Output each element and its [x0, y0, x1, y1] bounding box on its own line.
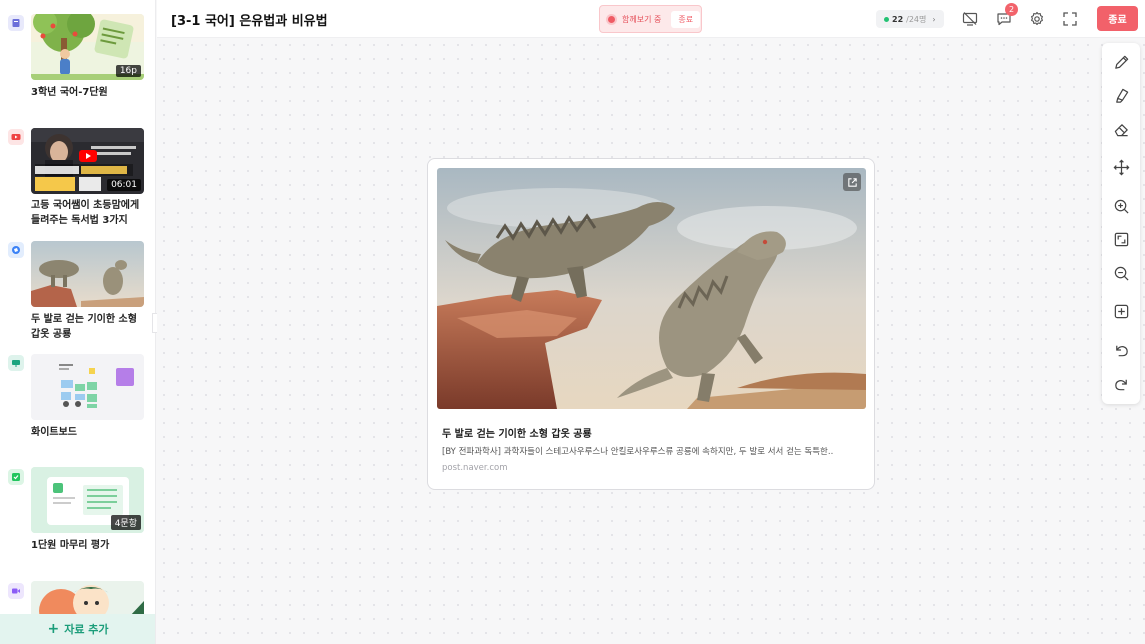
sidebar: 16p 3학년 국어-7단원 06:01 고등 국어쌤이 초등맘에게 들려주는 …: [0, 0, 156, 644]
link-preview-title: 두 발로 걷는 기이한 소형 갑옷 공룡: [442, 429, 592, 440]
zoom-out-icon: [1114, 266, 1129, 281]
link-preview-description: [BY 전파과학사] 과학자들이 스테고사우루스나 안킬로사우루스류 공룡에 속…: [442, 447, 834, 457]
link-preview-image: [437, 168, 866, 409]
sidebar-item-label: 3학년 국어-7단원: [31, 87, 108, 98]
page-count-badge: 16p: [115, 65, 141, 77]
watch-together-label: 함께보기 중: [622, 14, 662, 24]
sidebar-item-label: 화이트보드: [31, 427, 77, 438]
chat-count-badge: 2: [1005, 3, 1018, 16]
online-dot-icon: [884, 16, 889, 22]
end-class-button[interactable]: 종료: [1097, 6, 1138, 31]
zoom-out-button[interactable]: [1111, 263, 1131, 283]
settings-button[interactable]: [1028, 10, 1046, 28]
move-icon: [1113, 159, 1129, 175]
move-tool-button[interactable]: [1111, 157, 1131, 177]
pen-tool-button[interactable]: [1111, 52, 1131, 72]
thumbnail-textbook[interactable]: 16p: [31, 14, 144, 80]
thumbnail-quiz[interactable]: 4문항: [31, 467, 144, 533]
external-link-icon: [847, 177, 857, 187]
add-box-icon: [1114, 304, 1128, 318]
live-dot-icon: [608, 15, 615, 23]
question-count-badge: 4문항: [110, 515, 141, 530]
drawing-toolbar: [1102, 43, 1140, 404]
link-preview-source: post.naver.com: [442, 463, 508, 473]
sidebar-item-label: 두 발로 걷는 기이한 소형 갑옷 공룡: [31, 314, 137, 340]
fullscreen-icon: [1063, 12, 1077, 26]
undo-button[interactable]: [1111, 340, 1131, 360]
sidebar-item-label: 1단원 마무리 평가: [31, 540, 110, 551]
undo-icon: [1115, 345, 1128, 356]
add-material-label: 자료 추가: [64, 623, 109, 636]
participant-current: 22: [892, 14, 904, 24]
chevron-right-icon: ›: [932, 14, 936, 24]
web-icon: [8, 242, 24, 258]
redo-button[interactable]: [1111, 374, 1131, 394]
pen-icon: [1114, 55, 1128, 69]
top-bar: [3-1 국어] 은유법과 비유법 함께보기 중 종료 22 /24명 › 2 …: [157, 0, 1145, 38]
highlighter-tool-button[interactable]: [1111, 85, 1131, 105]
screen-share-off-button[interactable]: [961, 10, 979, 28]
fit-screen-icon: [1114, 232, 1128, 246]
participant-count-button[interactable]: 22 /24명 ›: [876, 10, 944, 28]
watch-end-button[interactable]: 종료: [671, 10, 701, 28]
thumbnail-whiteboard[interactable]: [31, 354, 144, 420]
youtube-icon: [8, 129, 24, 145]
zoom-in-icon: [1114, 199, 1129, 214]
sidebar-item-label: 고등 국어쌤이 초등맘에게 들려주는 독서법 3가지: [31, 200, 140, 226]
fullscreen-button[interactable]: [1061, 10, 1079, 28]
thumbnail-youtube[interactable]: 06:01: [31, 128, 144, 194]
highlighter-icon: [1115, 88, 1128, 103]
plus-icon: +: [47, 621, 60, 637]
whiteboard-icon: [8, 355, 24, 371]
eraser-icon: [1114, 123, 1128, 136]
participant-total: /24명: [906, 14, 927, 24]
duration-badge: 06:01: [107, 179, 141, 191]
fit-screen-button[interactable]: [1111, 229, 1131, 249]
link-preview-card[interactable]: 두 발로 걷는 기이한 소형 갑옷 공룡 [BY 전파과학사] 과학자들이 스테…: [427, 158, 875, 490]
redo-icon: [1114, 379, 1127, 390]
watch-together-status: 함께보기 중 종료: [599, 5, 702, 33]
add-material-button[interactable]: + 자료 추가: [0, 614, 155, 644]
eraser-tool-button[interactable]: [1111, 119, 1131, 139]
thumbnail-web[interactable]: [31, 241, 144, 307]
page-title: [3-1 국어] 은유법과 비유법: [171, 14, 328, 29]
gear-icon: [1031, 11, 1043, 26]
video-icon: [8, 583, 24, 599]
add-item-button[interactable]: [1111, 301, 1131, 321]
zoom-in-button[interactable]: [1111, 196, 1131, 216]
book-icon: [8, 15, 24, 31]
open-external-button[interactable]: [843, 173, 861, 191]
quiz-icon: [8, 469, 24, 485]
screen-off-icon: [962, 12, 978, 26]
